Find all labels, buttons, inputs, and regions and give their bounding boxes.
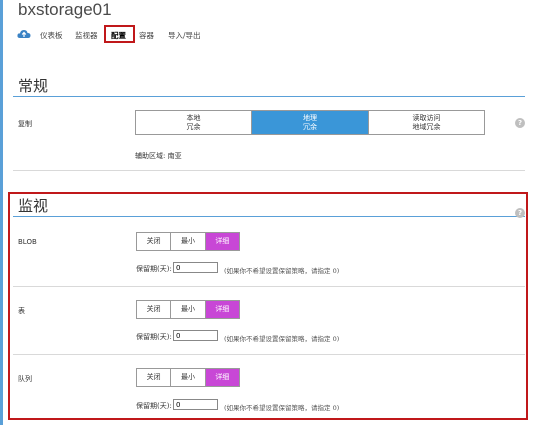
- option-text: 本地: [186, 113, 201, 122]
- option-text: 读取访问: [412, 113, 441, 122]
- general-bottom-divider: [13, 170, 525, 171]
- replication-selector: 本地 冗余 地理 冗余 读取访问 地域冗余: [135, 110, 485, 135]
- help-icon[interactable]: ?: [515, 118, 525, 128]
- tab-highlight-frame: [104, 25, 135, 43]
- replication-option-lrs[interactable]: 本地 冗余: [136, 111, 252, 134]
- secondary-region-text: 辅助区域: 南亚: [135, 152, 182, 160]
- tab-monitor[interactable]: 监视器: [75, 30, 98, 41]
- general-divider: [13, 96, 525, 97]
- tab-containers[interactable]: 容器: [139, 30, 154, 41]
- option-text: 地理: [303, 113, 317, 122]
- replication-option-ragrs[interactable]: 读取访问 地域冗余: [369, 111, 484, 134]
- tab-dashboard[interactable]: 仪表板: [40, 30, 63, 41]
- cloud-icon: [17, 30, 31, 38]
- option-text: 地域冗余: [412, 122, 441, 131]
- left-accent-bar: [0, 0, 3, 425]
- replication-label: 复制: [18, 120, 32, 128]
- page-title: bxstorage01: [18, 0, 112, 19]
- option-text: 冗余: [303, 122, 317, 131]
- general-section-title: 常规: [18, 77, 49, 95]
- option-text: 冗余: [186, 122, 201, 131]
- tab-import-export[interactable]: 导入/导出: [168, 30, 201, 41]
- replication-option-grs[interactable]: 地理 冗余: [252, 111, 369, 134]
- monitoring-highlight-frame: [8, 192, 528, 420]
